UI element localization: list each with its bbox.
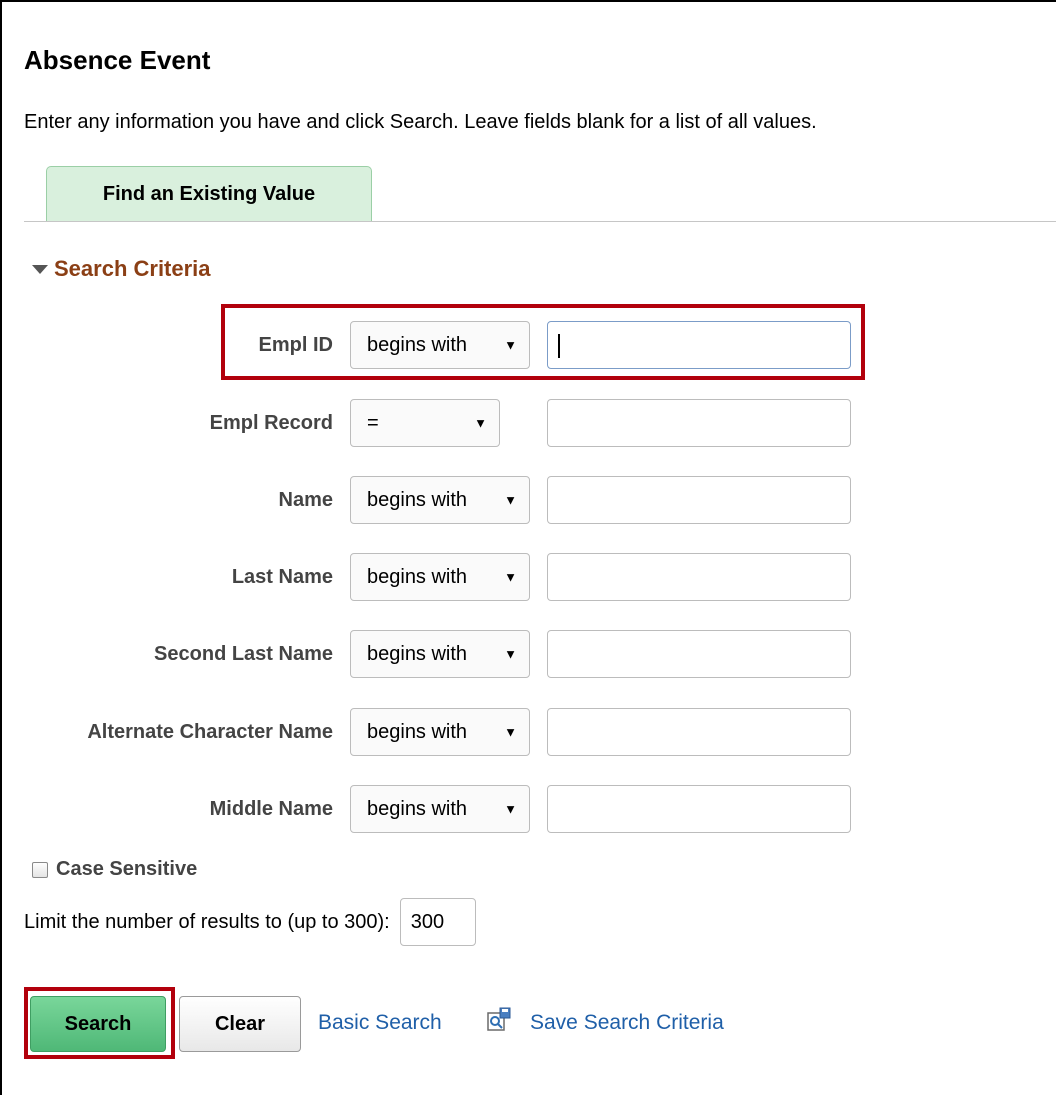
field-label-alternate-character-name: Alternate Character Name bbox=[87, 721, 333, 743]
field-row-empl-record: Empl Record = ▼ bbox=[0, 398, 1056, 448]
tab-find-existing-value[interactable]: Find an Existing Value bbox=[46, 166, 372, 222]
search-criteria-toggle[interactable]: Search Criteria bbox=[32, 256, 211, 282]
field-label-second-last-name: Second Last Name bbox=[154, 643, 333, 665]
alternate-character-name-input[interactable] bbox=[547, 708, 851, 756]
text-caret bbox=[558, 334, 560, 358]
dropdown-arrow-icon: ▼ bbox=[504, 724, 517, 740]
field-label-name: Name bbox=[278, 489, 333, 511]
name-input[interactable] bbox=[547, 476, 851, 524]
middle-name-input[interactable] bbox=[547, 785, 851, 833]
case-sensitive-checkbox[interactable] bbox=[32, 861, 48, 878]
operator-select-name[interactable]: begins with ▼ bbox=[350, 476, 530, 524]
field-label-middle-name: Middle Name bbox=[209, 798, 333, 820]
tab-divider bbox=[24, 221, 1056, 222]
section-header-label: Search Criteria bbox=[54, 256, 211, 281]
operator-value: = bbox=[367, 411, 379, 434]
operator-value: begins with bbox=[367, 797, 468, 820]
operator-value: begins with bbox=[367, 720, 468, 743]
save-search-criteria-link[interactable]: Save Search Criteria bbox=[530, 1011, 724, 1035]
dropdown-arrow-icon: ▼ bbox=[504, 337, 517, 353]
field-row-last-name: Last Name begins with ▼ bbox=[0, 552, 1056, 602]
limit-results-label: Limit the number of results to (up to 30… bbox=[24, 910, 390, 933]
empl-record-input[interactable] bbox=[547, 399, 851, 447]
limit-results-row: Limit the number of results to (up to 30… bbox=[24, 897, 476, 947]
operator-select-empl-record[interactable]: = ▼ bbox=[350, 399, 500, 447]
field-row-middle-name: Middle Name begins with ▼ bbox=[0, 784, 1056, 834]
operator-value: begins with bbox=[367, 333, 468, 356]
operator-select-last-name[interactable]: begins with ▼ bbox=[350, 553, 530, 601]
field-row-alternate-character-name: Alternate Character Name begins with ▼ bbox=[0, 707, 1056, 757]
dropdown-arrow-icon: ▼ bbox=[504, 801, 517, 817]
page-title: Absence Event bbox=[24, 45, 211, 75]
basic-search-link[interactable]: Basic Search bbox=[318, 1011, 442, 1035]
field-label-empl-id: Empl ID bbox=[258, 334, 333, 356]
empl-id-input[interactable] bbox=[547, 321, 851, 369]
operator-select-middle-name[interactable]: begins with ▼ bbox=[350, 785, 530, 833]
operator-select-second-last-name[interactable]: begins with ▼ bbox=[350, 630, 530, 678]
second-last-name-input[interactable] bbox=[547, 630, 851, 678]
operator-value: begins with bbox=[367, 488, 468, 511]
last-name-input[interactable] bbox=[547, 553, 851, 601]
instructions-text: Enter any information you have and click… bbox=[24, 111, 817, 133]
limit-results-input[interactable]: 300 bbox=[399, 898, 476, 946]
dropdown-arrow-icon: ▼ bbox=[504, 569, 517, 585]
case-sensitive-option: Case Sensitive bbox=[32, 858, 197, 881]
operator-select-empl-id[interactable]: begins with ▼ bbox=[350, 321, 530, 369]
search-button[interactable]: Search bbox=[30, 996, 166, 1052]
dropdown-arrow-icon: ▼ bbox=[474, 415, 487, 431]
collapse-triangle-icon bbox=[32, 264, 48, 274]
clear-button[interactable]: Clear bbox=[179, 996, 301, 1052]
field-label-last-name: Last Name bbox=[231, 566, 333, 588]
save-search-icon[interactable] bbox=[486, 1007, 512, 1033]
dropdown-arrow-icon: ▼ bbox=[504, 646, 517, 662]
operator-value: begins with bbox=[367, 565, 468, 588]
field-label-empl-record: Empl Record bbox=[209, 412, 333, 434]
operator-value: begins with bbox=[367, 642, 468, 665]
field-row-second-last-name: Second Last Name begins with ▼ bbox=[0, 629, 1056, 679]
field-row-empl-id: Empl ID begins with ▼ bbox=[0, 320, 1056, 370]
field-row-name: Name begins with ▼ bbox=[0, 475, 1056, 525]
case-sensitive-label: Case Sensitive bbox=[56, 858, 198, 880]
operator-select-alternate-character-name[interactable]: begins with ▼ bbox=[350, 708, 530, 756]
dropdown-arrow-icon: ▼ bbox=[504, 492, 517, 508]
